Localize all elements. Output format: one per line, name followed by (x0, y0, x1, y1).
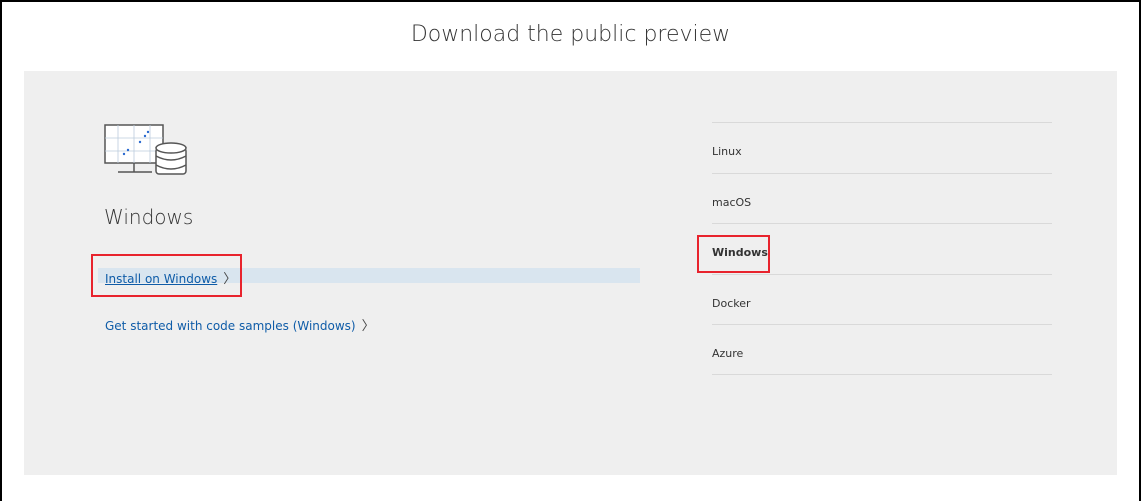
chevron-right-icon: 〉 (361, 319, 375, 334)
page-title: Download the public preview (410, 22, 731, 47)
windows-item-annotation-box (697, 235, 770, 273)
code-samples-link[interactable]: Get started with code samples (Windows) 〉 (105, 315, 375, 334)
os-menu-item-macos[interactable]: macOS (712, 172, 1052, 224)
os-heading: Windows (104, 205, 194, 229)
os-menu-item-linux[interactable]: Linux (712, 122, 1052, 173)
os-menu-item-label: Docker (712, 296, 751, 310)
os-menu-item-label: macOS (712, 195, 752, 209)
monitor-database-icon (104, 124, 187, 175)
os-menu-item-azure[interactable]: Azure (712, 324, 1052, 375)
download-panel: Windows Install on Windows 〉 Get started … (24, 71, 1117, 475)
os-menu-item-label: Azure (712, 347, 744, 360)
os-menu-item-label: Linux (712, 145, 742, 158)
install-link-annotation-box (91, 254, 242, 297)
samples-link-label: Get started with code samples (Windows) (105, 319, 356, 333)
os-menu-item-docker[interactable]: Docker (712, 273, 1052, 325)
